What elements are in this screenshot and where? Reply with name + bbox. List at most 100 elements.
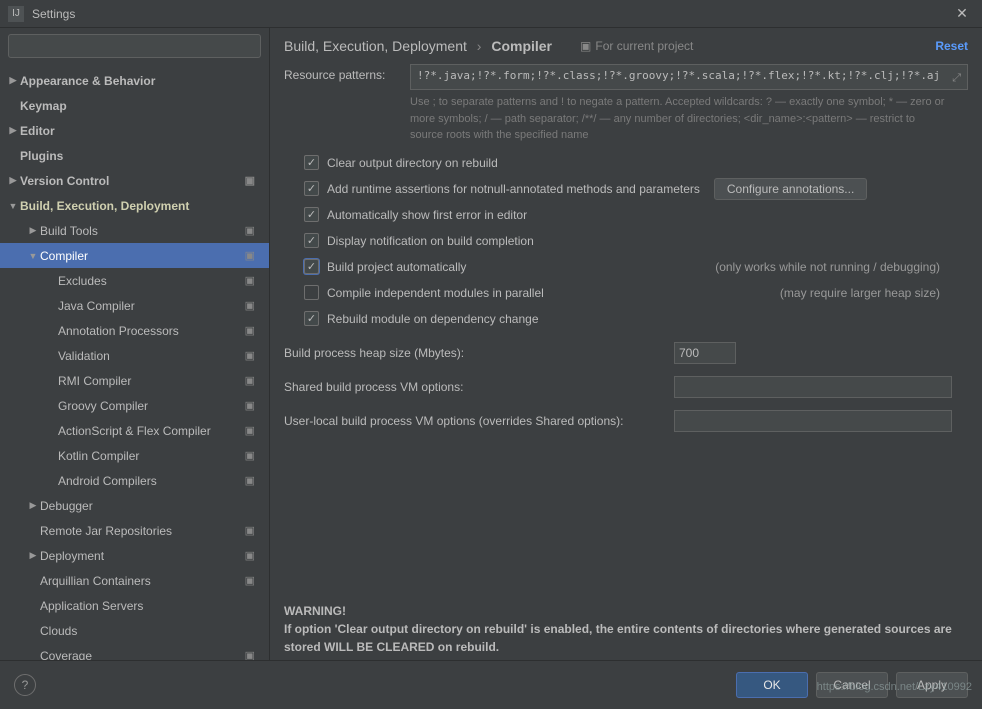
tree-item-label: Java Compiler	[58, 299, 135, 313]
tree-item-coverage[interactable]: Coverage ▣	[0, 643, 269, 660]
rebuild-dep-checkbox[interactable]: ✓	[304, 311, 319, 326]
shared-vm-label: Shared build process VM options:	[284, 380, 674, 394]
tree-item-clouds[interactable]: Clouds	[0, 618, 269, 643]
tree-item-debugger[interactable]: ▶Debugger	[0, 493, 269, 518]
tree-item-label: Editor	[20, 124, 55, 138]
tree-item-label: Arquillian Containers	[40, 574, 151, 588]
tree-item-label: Keymap	[20, 99, 67, 113]
tree-item-android-compilers[interactable]: Android Compilers ▣	[0, 468, 269, 493]
display-notification-checkbox[interactable]: ✓	[304, 233, 319, 248]
tree-item-build-execution-deployment[interactable]: ▼Build, Execution, Deployment	[0, 193, 269, 218]
heap-size-input[interactable]	[674, 342, 736, 364]
display-notification-label: Display notification on build completion	[327, 234, 534, 248]
tree-item-kotlin-compiler[interactable]: Kotlin Compiler▣	[0, 443, 269, 468]
window-title: Settings	[32, 7, 950, 21]
tree-item-remote-jar-repositories[interactable]: Remote Jar Repositories▣	[0, 518, 269, 543]
project-scope-icon: ▣	[245, 299, 261, 312]
settings-tree: ▶Appearance & BehaviorKeymap▶EditorPlugi…	[0, 64, 269, 660]
tree-arrow-icon: ▶	[26, 550, 40, 561]
tree-arrow-icon: ▶	[6, 175, 20, 186]
build-auto-label: Build project automatically	[327, 260, 466, 274]
project-scope-icon: ▣	[245, 274, 261, 287]
compile-parallel-label: Compile independent modules in parallel	[327, 286, 544, 300]
tree-item-excludes[interactable]: Excludes▣	[0, 268, 269, 293]
project-scope-icon: ▣	[245, 374, 261, 387]
breadcrumb-parent[interactable]: Build, Execution, Deployment	[284, 38, 467, 54]
build-auto-checkbox[interactable]: ✓	[304, 259, 319, 274]
tree-item-appearance-behavior[interactable]: ▶Appearance & Behavior	[0, 68, 269, 93]
tree-item-label: Coverage	[40, 649, 92, 661]
clear-output-checkbox[interactable]: ✓	[304, 155, 319, 170]
add-assertions-label: Add runtime assertions for notnull-annot…	[327, 182, 700, 196]
resource-patterns-input[interactable]: !?*.java;!?*.form;!?*.class;!?*.groovy;!…	[410, 64, 968, 90]
tree-item-annotation-processors[interactable]: Annotation Processors ▣	[0, 318, 269, 343]
titlebar: IJ Settings ✕	[0, 0, 982, 28]
search-input[interactable]	[8, 34, 261, 58]
user-vm-label: User-local build process VM options (ove…	[284, 414, 674, 428]
tree-item-label: ActionScript & Flex Compiler	[58, 424, 211, 438]
project-scope-icon: ▣	[245, 574, 261, 587]
cancel-button[interactable]: Cancel	[816, 672, 888, 698]
project-scope-icon: ▣	[245, 324, 261, 337]
tree-item-label: Version Control	[20, 174, 109, 188]
tree-item-build-tools[interactable]: ▶Build Tools▣	[0, 218, 269, 243]
tree-item-label: RMI Compiler	[58, 374, 131, 388]
ok-button[interactable]: OK	[736, 672, 808, 698]
sidebar: ▶Appearance & BehaviorKeymap▶EditorPlugi…	[0, 28, 270, 660]
heap-size-label: Build process heap size (Mbytes):	[284, 346, 674, 360]
tree-arrow-icon: ▶	[26, 500, 40, 511]
tree-item-label: Deployment	[40, 549, 104, 563]
close-button[interactable]: ✕	[950, 5, 974, 22]
project-scope-icon: ▣	[245, 349, 261, 362]
project-scope-icon: ▣	[245, 474, 261, 487]
tree-item-groovy-compiler[interactable]: Groovy Compiler▣	[0, 393, 269, 418]
tree-arrow-icon: ▶	[6, 75, 20, 86]
tree-item-deployment[interactable]: ▶Deployment ▣	[0, 543, 269, 568]
project-scope-icon: ▣	[245, 249, 261, 262]
auto-show-error-label: Automatically show first error in editor	[327, 208, 527, 222]
breadcrumb-current: Compiler	[491, 38, 552, 54]
tree-item-label: Appearance & Behavior	[20, 74, 155, 88]
tree-arrow-icon: ▶	[26, 225, 40, 236]
tree-item-label: Android Compilers	[58, 474, 157, 488]
add-assertions-checkbox[interactable]: ✓	[304, 181, 319, 196]
tree-item-label: Clouds	[40, 624, 77, 638]
tree-item-keymap[interactable]: Keymap	[0, 93, 269, 118]
help-button[interactable]: ?	[14, 674, 36, 696]
tree-item-label: Plugins	[20, 149, 63, 163]
project-scope-icon: ▣	[245, 524, 261, 537]
project-scope-icon: ▣	[245, 549, 261, 562]
project-scope-icon: ▣	[245, 649, 261, 660]
tree-item-label: Application Servers	[40, 599, 143, 613]
app-icon: IJ	[8, 6, 24, 22]
apply-button[interactable]: Apply	[896, 672, 968, 698]
rebuild-dep-label: Rebuild module on dependency change	[327, 312, 539, 326]
compile-parallel-note: (may require larger heap size)	[780, 286, 968, 300]
tree-item-arquillian-containers[interactable]: Arquillian Containers ▣	[0, 568, 269, 593]
project-scope-icon: ▣	[245, 449, 261, 462]
clear-output-label: Clear output directory on rebuild	[327, 156, 498, 170]
tree-item-validation[interactable]: Validation ▣	[0, 343, 269, 368]
for-project-label: ▣ For current project	[580, 39, 693, 53]
tree-item-editor[interactable]: ▶Editor	[0, 118, 269, 143]
tree-item-version-control[interactable]: ▶Version Control▣	[0, 168, 269, 193]
tree-item-compiler[interactable]: ▼Compiler▣	[0, 243, 269, 268]
auto-show-error-checkbox[interactable]: ✓	[304, 207, 319, 222]
configure-annotations-button[interactable]: Configure annotations...	[714, 178, 867, 200]
tree-item-rmi-compiler[interactable]: RMI Compiler ▣	[0, 368, 269, 393]
tree-item-plugins[interactable]: Plugins	[0, 143, 269, 168]
reset-link[interactable]: Reset	[935, 39, 968, 53]
user-vm-input[interactable]	[674, 410, 952, 432]
footer: ? OK Cancel Apply https://blog.csdn.net/…	[0, 660, 982, 709]
tree-item-label: Validation	[58, 349, 110, 363]
tree-item-label: Compiler	[40, 249, 88, 263]
tree-item-java-compiler[interactable]: Java Compiler ▣	[0, 293, 269, 318]
shared-vm-input[interactable]	[674, 376, 952, 398]
tree-item-actionscript-flex-compiler[interactable]: ActionScript & Flex Compiler▣	[0, 418, 269, 443]
tree-item-application-servers[interactable]: Application Servers	[0, 593, 269, 618]
tree-item-label: Annotation Processors	[58, 324, 179, 338]
expand-icon[interactable]: ⤢	[952, 71, 961, 85]
tree-item-label: Build Tools	[40, 224, 98, 238]
resource-patterns-label: Resource patterns:	[284, 64, 410, 82]
compile-parallel-checkbox[interactable]	[304, 285, 319, 300]
